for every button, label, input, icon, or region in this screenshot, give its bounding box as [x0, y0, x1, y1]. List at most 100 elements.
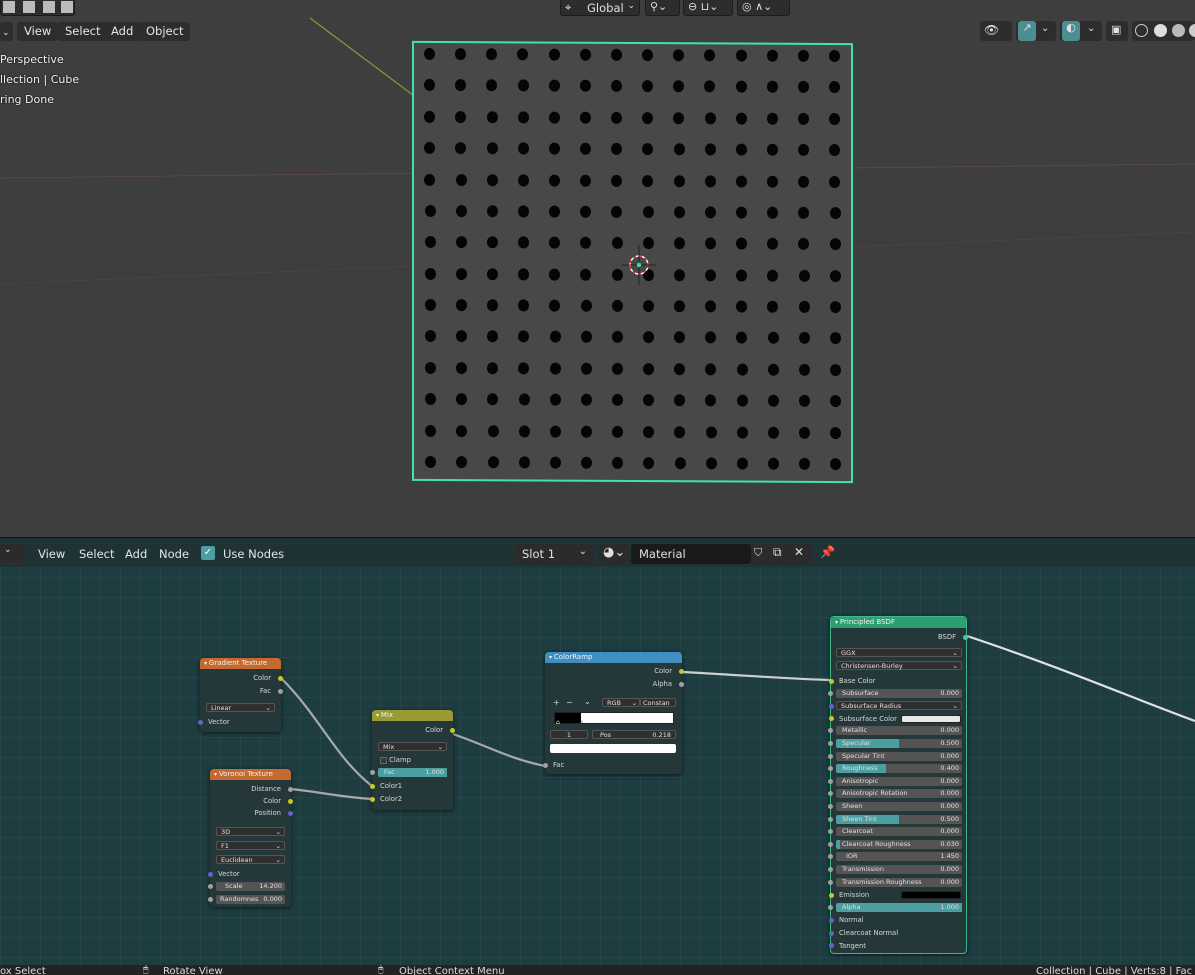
input-socket[interactable] — [828, 804, 833, 809]
input-socket[interactable] — [829, 943, 834, 949]
node-title[interactable]: ▾ Gradient Texture — [200, 658, 281, 669]
input-socket[interactable] — [829, 716, 834, 722]
bsdf-input-sheen[interactable]: Sheen 0.000 — [828, 802, 962, 811]
node-title[interactable]: ▾ Mix — [372, 710, 453, 721]
input-socket[interactable] — [828, 829, 833, 835]
input-socket[interactable] — [829, 917, 834, 923]
input-socket[interactable] — [828, 867, 833, 872]
principled-bsdf-node[interactable]: ▾ Principled BSDF BSDF GGX ⌄ Christensen-… — [828, 616, 968, 954]
metric-dropdown[interactable]: Euclidean ⌄ — [216, 855, 285, 864]
input-socket[interactable] — [828, 816, 833, 822]
stop-color-swatch[interactable] — [550, 744, 676, 753]
bsdf-input-tangent[interactable]: Tangent — [829, 941, 966, 951]
3d-viewport[interactable]: ⌖ Global ⌄ ⚲⌄ ⊖ ⊔⌄ ◎ ∧⌄ ⌄ View Select Ad… — [0, 0, 1195, 537]
bsdf-input-subsurface-color[interactable]: Subsurface Color — [829, 714, 966, 724]
output-socket[interactable] — [278, 688, 283, 694]
node-title[interactable]: ▾ ColorRamp — [545, 652, 682, 663]
input-socket[interactable] — [828, 841, 833, 847]
bsdf-input-base-color[interactable]: Base Color — [829, 676, 966, 686]
input-socket[interactable] — [828, 791, 833, 797]
output-socket[interactable] — [288, 786, 293, 792]
color-swatch[interactable] — [901, 891, 961, 900]
input-socket[interactable] — [829, 930, 834, 936]
input-socket[interactable] — [828, 766, 833, 772]
input-socket[interactable] — [828, 753, 833, 759]
input-socket[interactable] — [829, 892, 834, 898]
clamp-checkbox[interactable] — [380, 756, 387, 764]
input-socket[interactable] — [208, 884, 213, 889]
bsdf-input-transmission-roughness[interactable]: Transmission Roughness 0.000 — [828, 877, 962, 887]
bsdf-input-anisotropic[interactable]: Anisotropic 0.000 — [828, 776, 962, 786]
randomness-field[interactable]: Randomnes 0.000 — [208, 895, 285, 904]
field-value: 0.030 — [940, 839, 959, 848]
node-title[interactable]: ▾ Voronoi Texture — [210, 769, 291, 780]
input-socket[interactable] — [543, 762, 548, 768]
stop-index-field[interactable]: 1 — [550, 730, 588, 739]
input-socket[interactable] — [829, 704, 834, 710]
bsdf-input-clearcoat-roughness[interactable]: Clearcoat Roughness 0.030 — [828, 839, 962, 849]
input-socket[interactable] — [208, 897, 213, 902]
feature-dropdown[interactable]: F1 ⌄ — [216, 841, 285, 850]
remove-stop-button[interactable]: − — [566, 698, 573, 707]
output-socket[interactable] — [450, 727, 455, 733]
bsdf-input-specular[interactable]: Specular 0.500 — [828, 739, 962, 748]
dropdown-value: Mix — [383, 743, 395, 751]
output-socket[interactable] — [278, 675, 283, 681]
subsurface-method-dropdown[interactable]: Christensen-Burley ⌄ — [836, 661, 962, 670]
bsdf-input-clearcoat[interactable]: Clearcoat 0.000 — [828, 827, 962, 837]
chevron-down-icon[interactable]: ⌄ — [584, 697, 591, 706]
mix-node[interactable]: ▾ Mix Color Mix ⌄ Clamp Fac 1.000 Color1 C… — [370, 710, 455, 810]
output-socket[interactable] — [679, 681, 684, 687]
bsdf-input-roughness[interactable]: Roughness 0.400 — [828, 764, 962, 774]
output-socket[interactable] — [963, 634, 968, 640]
bsdf-input-clearcoat-normal[interactable]: Clearcoat Normal — [829, 928, 966, 938]
bsdf-input-specular-tint[interactable]: Specular Tint 0.000 — [828, 751, 962, 761]
gradient-texture-node[interactable]: ▾ Gradient Texture Color Fac Linear ⌄ Vec… — [198, 658, 283, 732]
input-socket[interactable] — [828, 728, 833, 734]
bsdf-input-subsurface[interactable]: Subsurface 0.000 — [828, 688, 962, 698]
input-socket[interactable] — [198, 719, 203, 725]
bsdf-input-sheen-tint[interactable]: Sheen Tint 0.500 — [828, 814, 962, 824]
shader-node-editor[interactable]: ⌄ View Select Add Node ✓ Use Nodes Slot … — [0, 537, 1195, 965]
dimensions-dropdown[interactable]: 3D ⌄ — [216, 827, 285, 836]
stop-position-field[interactable]: Pos 0.218 — [592, 730, 676, 739]
input-socket[interactable] — [370, 783, 375, 789]
input-socket[interactable] — [370, 770, 375, 775]
interpolation-dropdown[interactable]: Constan — [640, 698, 676, 707]
output-socket[interactable] — [288, 810, 293, 816]
bsdf-input-subsurface-radius[interactable]: Subsurface Radius ⌄ — [829, 701, 962, 711]
colorramp-node[interactable]: ▾ ColorRamp Color Alpha + − ⌄ RGB ⌄ Const… — [543, 652, 684, 774]
ramp-stop-handle[interactable]: ⌂ — [556, 719, 560, 726]
bsdf-input-emission[interactable]: Emission — [829, 890, 966, 900]
color-ramp-gradient[interactable]: ⌂ ⌂ — [554, 712, 674, 726]
scale-field[interactable]: Scale 14.200 — [208, 882, 285, 891]
input-socket[interactable] — [828, 879, 833, 885]
blend-mode-dropdown[interactable]: Mix ⌄ — [378, 742, 447, 751]
output-socket[interactable] — [288, 798, 293, 804]
input-socket[interactable] — [828, 778, 833, 784]
fac-field[interactable]: Fac 1.000 — [370, 768, 447, 777]
input-socket[interactable] — [370, 796, 375, 802]
color-mode-dropdown[interactable]: RGB ⌄ — [602, 698, 640, 707]
bsdf-input-normal[interactable]: Normal — [829, 915, 966, 925]
output-socket[interactable] — [679, 668, 684, 674]
input-socket[interactable] — [828, 741, 833, 746]
input-socket[interactable] — [829, 678, 834, 684]
bsdf-input-metallic[interactable]: Metallic 0.000 — [828, 726, 962, 736]
bsdf-input-alpha[interactable]: Alpha 1.000 — [828, 902, 962, 912]
distribution-dropdown[interactable]: GGX ⌄ — [836, 648, 962, 657]
gradient-type-dropdown[interactable]: Linear ⌄ — [206, 703, 275, 712]
add-stop-button[interactable]: + — [553, 698, 560, 707]
color-swatch[interactable] — [901, 714, 961, 723]
ramp-stop-handle-active[interactable]: ⌂ — [579, 719, 583, 726]
bsdf-input-anisotropic-rotation[interactable]: Anisotropic Rotation 0.000 — [828, 789, 962, 799]
bsdf-input-transmission[interactable]: Transmission 0.000 — [828, 865, 962, 874]
clamp-option[interactable]: Clamp — [372, 755, 453, 765]
input-socket[interactable] — [828, 854, 833, 860]
input-socket[interactable] — [828, 904, 833, 910]
node-title[interactable]: ▾ Principled BSDF — [831, 617, 966, 628]
voronoi-texture-node[interactable]: ▾ Voronoi Texture Distance Color Positio… — [208, 769, 293, 907]
input-socket[interactable] — [208, 871, 213, 877]
bsdf-input-ior[interactable]: IOR 1.450 — [828, 852, 962, 862]
input-socket[interactable] — [828, 690, 833, 696]
